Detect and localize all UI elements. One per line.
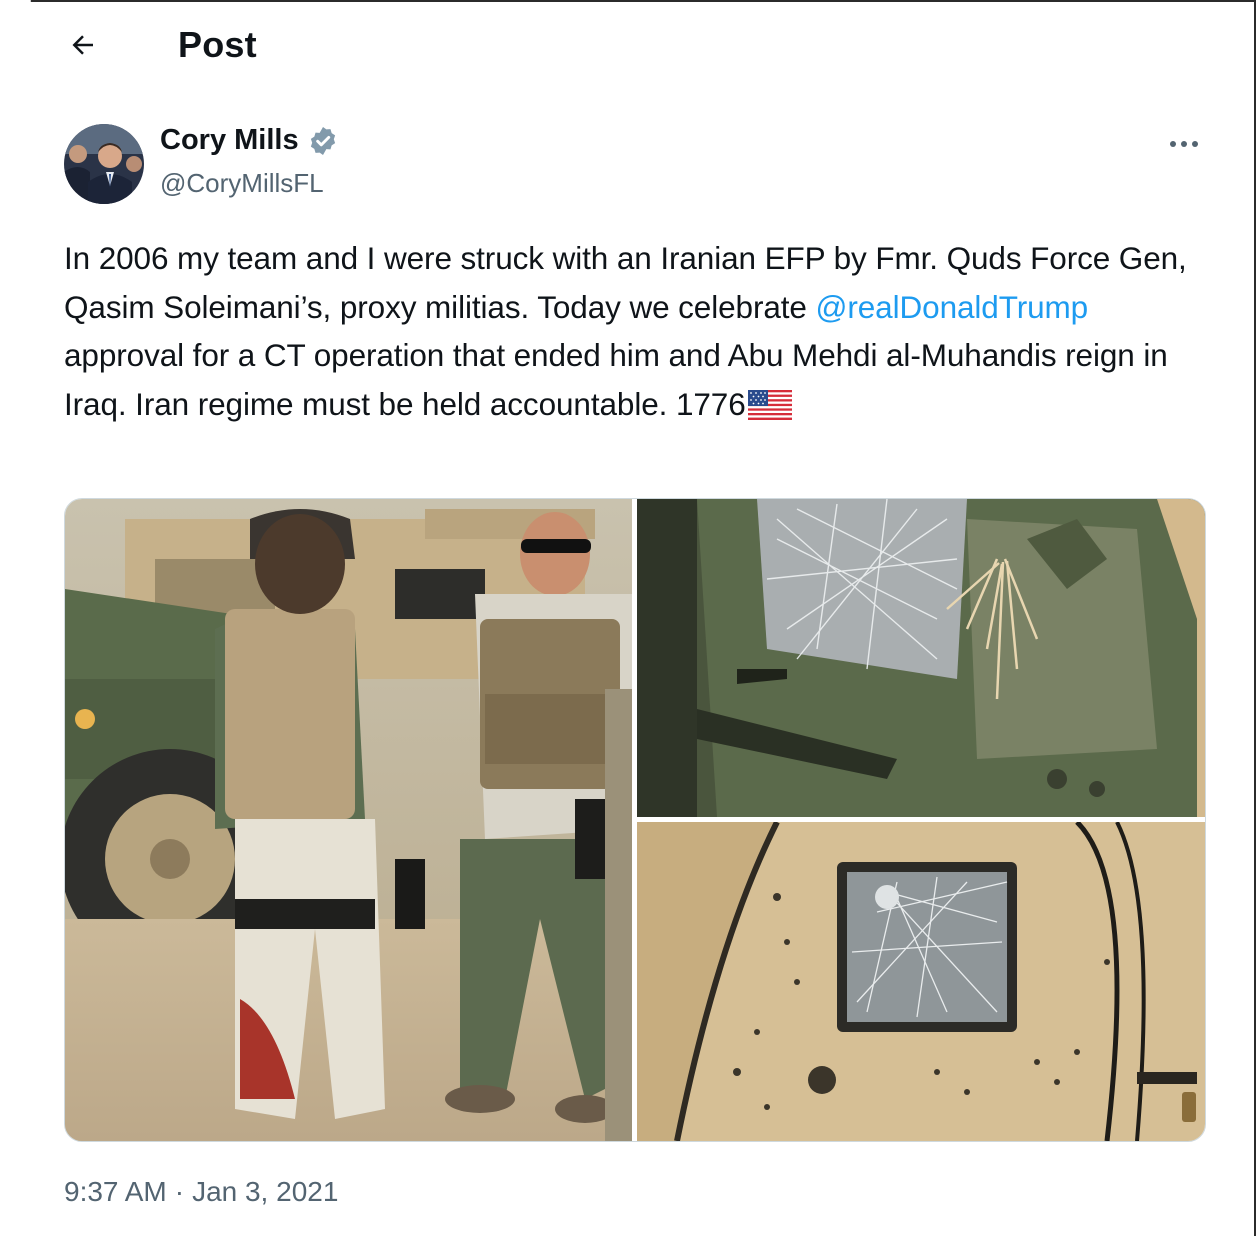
us-flag-icon (747, 389, 792, 420)
post-timestamp: 9:37 AM · Jan 3, 2021 (64, 1176, 338, 1208)
back-button[interactable] (66, 28, 100, 62)
media-grid (64, 498, 1206, 1142)
page-title: Post (178, 24, 257, 65)
photo-tan-door[interactable] (637, 822, 1205, 1141)
mention-link[interactable]: @realDonaldTrump (816, 289, 1089, 325)
verified-badge-icon (310, 126, 335, 155)
more-options-icon (1170, 141, 1198, 147)
post-date[interactable]: Jan 3, 2021 (192, 1176, 338, 1208)
more-options-button[interactable] (1160, 128, 1208, 160)
tweet-text-part2: approval for a CT operation that ended h… (64, 337, 1168, 422)
tweet-text: In 2006 my team and I were struck with a… (64, 234, 1204, 428)
author-handle[interactable]: @CoryMillsFL (160, 168, 324, 199)
photo-green-door[interactable] (637, 499, 1205, 817)
author-name-row: Cory Mills (160, 124, 339, 157)
photo-soldiers[interactable] (65, 499, 632, 1141)
page-header: Post (30, 2, 1254, 88)
author-name[interactable]: Cory Mills (160, 124, 299, 157)
window-left-edge (0, 0, 31, 1236)
post-time[interactable]: 9:37 AM (64, 1176, 167, 1208)
timestamp-separator: · (174, 1176, 185, 1207)
avatar[interactable] (64, 124, 144, 204)
arrow-left-icon (72, 35, 93, 55)
